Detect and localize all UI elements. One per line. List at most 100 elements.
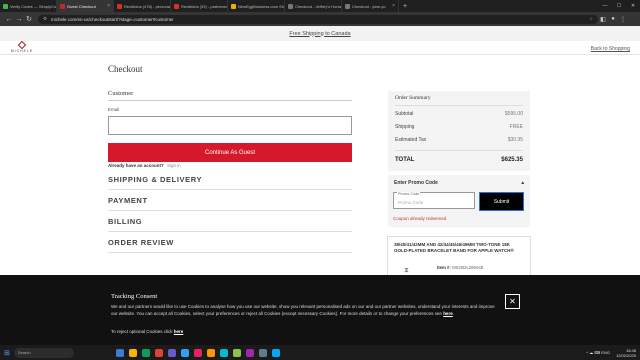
taskbar-app-icon[interactable] [207, 348, 216, 357]
extension-icon[interactable]: ◧ [598, 16, 608, 23]
taskbar: ⊞ Search ^ ☁ ⌨ ENG 18:48 12/02/2025 [0, 345, 640, 360]
promo-code-panel: Enter Promo Code ▴ Promo Code Promo Code… [388, 175, 530, 227]
minimize-button[interactable]: — [598, 3, 612, 9]
back-to-shopping-link[interactable]: Back to Shopping [591, 46, 630, 52]
taskbar-app-icon[interactable] [259, 348, 268, 357]
section-order-review[interactable]: ORDER REVIEW [108, 238, 352, 253]
summary-value: $595.00 [504, 111, 523, 117]
system-tray: ^ ☁ ⌨ ENG 18:48 12/02/2025 [586, 348, 636, 358]
account-question: Already have an account? [108, 163, 164, 168]
close-window-button[interactable]: ✕ [626, 3, 640, 9]
tab-favicon-icon [288, 3, 293, 9]
cookie-close-button[interactable]: ✕ [505, 294, 520, 309]
reload-icon[interactable]: ↻ [24, 15, 34, 23]
summary-label: Subtotal [395, 111, 414, 117]
browser-tab[interactable]: Checkout - jane-yo × [342, 0, 399, 12]
browser-tab[interactable]: Recibidos (478) - personal92@gmail.com× [114, 0, 171, 12]
tab-favicon-icon [231, 3, 236, 9]
logo-text: MICHELE [10, 49, 34, 53]
taskbar-app-icon[interactable] [194, 348, 203, 357]
site-header: MICHELE Back to Shopping [0, 40, 640, 55]
bookmark-star-icon[interactable]: ☆ [589, 16, 593, 22]
section-shipping-delivery[interactable]: SHIPPING & DELIVERY [108, 175, 352, 190]
section-billing[interactable]: BILLING [108, 217, 352, 232]
logo-diamond-icon [17, 40, 27, 50]
taskbar-app-icon[interactable] [181, 348, 190, 357]
summary-value: $30.35 [507, 137, 523, 143]
sign-in-link[interactable]: Sign in [167, 163, 181, 168]
taskbar-app-icon[interactable] [155, 348, 164, 357]
total-label: TOTAL [395, 157, 415, 163]
shipping-promo-bar: Free Shipping to Canada [0, 26, 640, 41]
taskbar-app-icon[interactable] [129, 348, 138, 357]
summary-row-tax: Estimated Tax $30.35 [395, 137, 523, 143]
profile-icon[interactable]: ● [608, 16, 618, 22]
promo-bar-link[interactable]: Free Shipping to Canada [289, 31, 350, 37]
taskbar-search[interactable]: Search [13, 347, 74, 358]
summary-total: TOTAL $625.35 [395, 150, 523, 163]
tab-title: Guest Checkout [67, 3, 96, 9]
tab-favicon-icon [60, 3, 65, 9]
product-item-number: Item #: MS20DL285048 [437, 265, 483, 270]
tab-close-icon[interactable]: × [392, 3, 395, 9]
browser-tab[interactable]: Verify Codes — SimplyCodes× [0, 0, 57, 12]
promo-code-title: Enter Promo Code [394, 180, 438, 186]
taskbar-app-icon[interactable] [168, 348, 177, 357]
start-icon[interactable]: ⊞ [4, 349, 10, 357]
section-payment[interactable]: PAYMENT [108, 196, 352, 211]
tab-title: Checkout - jane-yo [352, 3, 386, 9]
menu-dots-icon[interactable]: ⋮ [618, 16, 628, 23]
tab-title: Checkout - Jeffrey's Horse and Stuff [295, 3, 342, 9]
tab-title: Verify Codes — SimplyCodes [10, 3, 57, 9]
chevron-up-icon[interactable]: ▴ [521, 180, 524, 186]
browser-tab-bar: Verify Codes — SimplyCodes×Guest Checkou… [0, 0, 640, 12]
product-thumbnail-icon: ⧗ [404, 267, 409, 274]
clock-date: 12/02/2025 [615, 352, 636, 358]
clock[interactable]: 18:48 12/02/2025 [616, 348, 636, 358]
total-value: $625.35 [501, 157, 523, 163]
order-summary-title: Order Summary [395, 95, 523, 106]
continue-as-guest-button[interactable]: Continue As Guest [108, 143, 352, 162]
page-title: Checkout [108, 64, 143, 74]
taskbar-app-icon[interactable] [246, 348, 255, 357]
summary-row-subtotal: Subtotal $595.00 [395, 111, 523, 117]
forward-arrow-icon[interactable]: → [14, 16, 24, 23]
url-text: michele.com/en-us/checkoutstart/?stage=c… [51, 16, 174, 22]
summary-row-shipping: Shipping FREE [395, 124, 523, 130]
summary-label: Estimated Tax [395, 137, 427, 143]
order-summary: Order Summary Subtotal $595.00 Shipping … [388, 91, 530, 171]
url-field[interactable]: ⚙ michele.com/en-us/checkoutstart/?stage… [38, 14, 598, 24]
browser-tab[interactable]: Recibidos (33) - partnerworks@gmail.com× [171, 0, 228, 12]
tab-favicon-icon [174, 3, 179, 9]
tray-icons[interactable]: ^ ☁ ⌨ ENG [586, 350, 610, 355]
cookie-body: We and our partners would like to use Co… [111, 304, 495, 316]
summary-value: FREE [509, 124, 523, 130]
cookie-preferences-link[interactable]: here [443, 311, 453, 316]
product-name: 38/40/41/42MM AND 42/44/45/46/49MM TWO-T… [394, 242, 514, 253]
account-prompt: Already have an account? Sign in [108, 163, 181, 168]
taskbar-app-icon[interactable] [233, 348, 242, 357]
promo-code-input[interactable]: Promo Code Promo Code [393, 192, 475, 209]
site-logo[interactable]: MICHELE [10, 40, 34, 53]
new-tab-button[interactable]: + [399, 3, 411, 10]
promo-code-header[interactable]: Enter Promo Code ▴ [394, 180, 524, 186]
browser-tab[interactable]: Checkout - Jeffrey's Horse and Stuff× [285, 0, 342, 12]
taskbar-app-icon[interactable] [220, 348, 229, 357]
site-info-icon[interactable]: ⚙ [43, 16, 47, 22]
taskbar-app-icon[interactable] [142, 348, 151, 357]
taskbar-app-icon[interactable] [116, 348, 125, 357]
item-number-label: Item #: [437, 265, 451, 270]
back-arrow-icon[interactable]: ← [4, 16, 14, 23]
tab-title: Recibidos (478) - personal92@gmail.com [124, 3, 171, 9]
cookie-reject-text: To reject optional Cookies click [111, 329, 173, 334]
promo-submit-button[interactable]: Submit [479, 192, 524, 211]
browser-tab[interactable]: NewEggBusiness.com Shopping Cart× [228, 0, 285, 12]
cookie-reject-link[interactable]: here [174, 329, 184, 334]
tab-list: Verify Codes — SimplyCodes×Guest Checkou… [0, 0, 399, 12]
tab-close-icon[interactable]: × [107, 3, 110, 9]
maximize-button[interactable]: ☐ [612, 3, 626, 9]
tab-favicon-icon [117, 3, 122, 9]
browser-tab[interactable]: Guest Checkout × [57, 0, 114, 12]
email-field[interactable] [108, 116, 352, 135]
taskbar-app-icon[interactable] [272, 348, 281, 357]
